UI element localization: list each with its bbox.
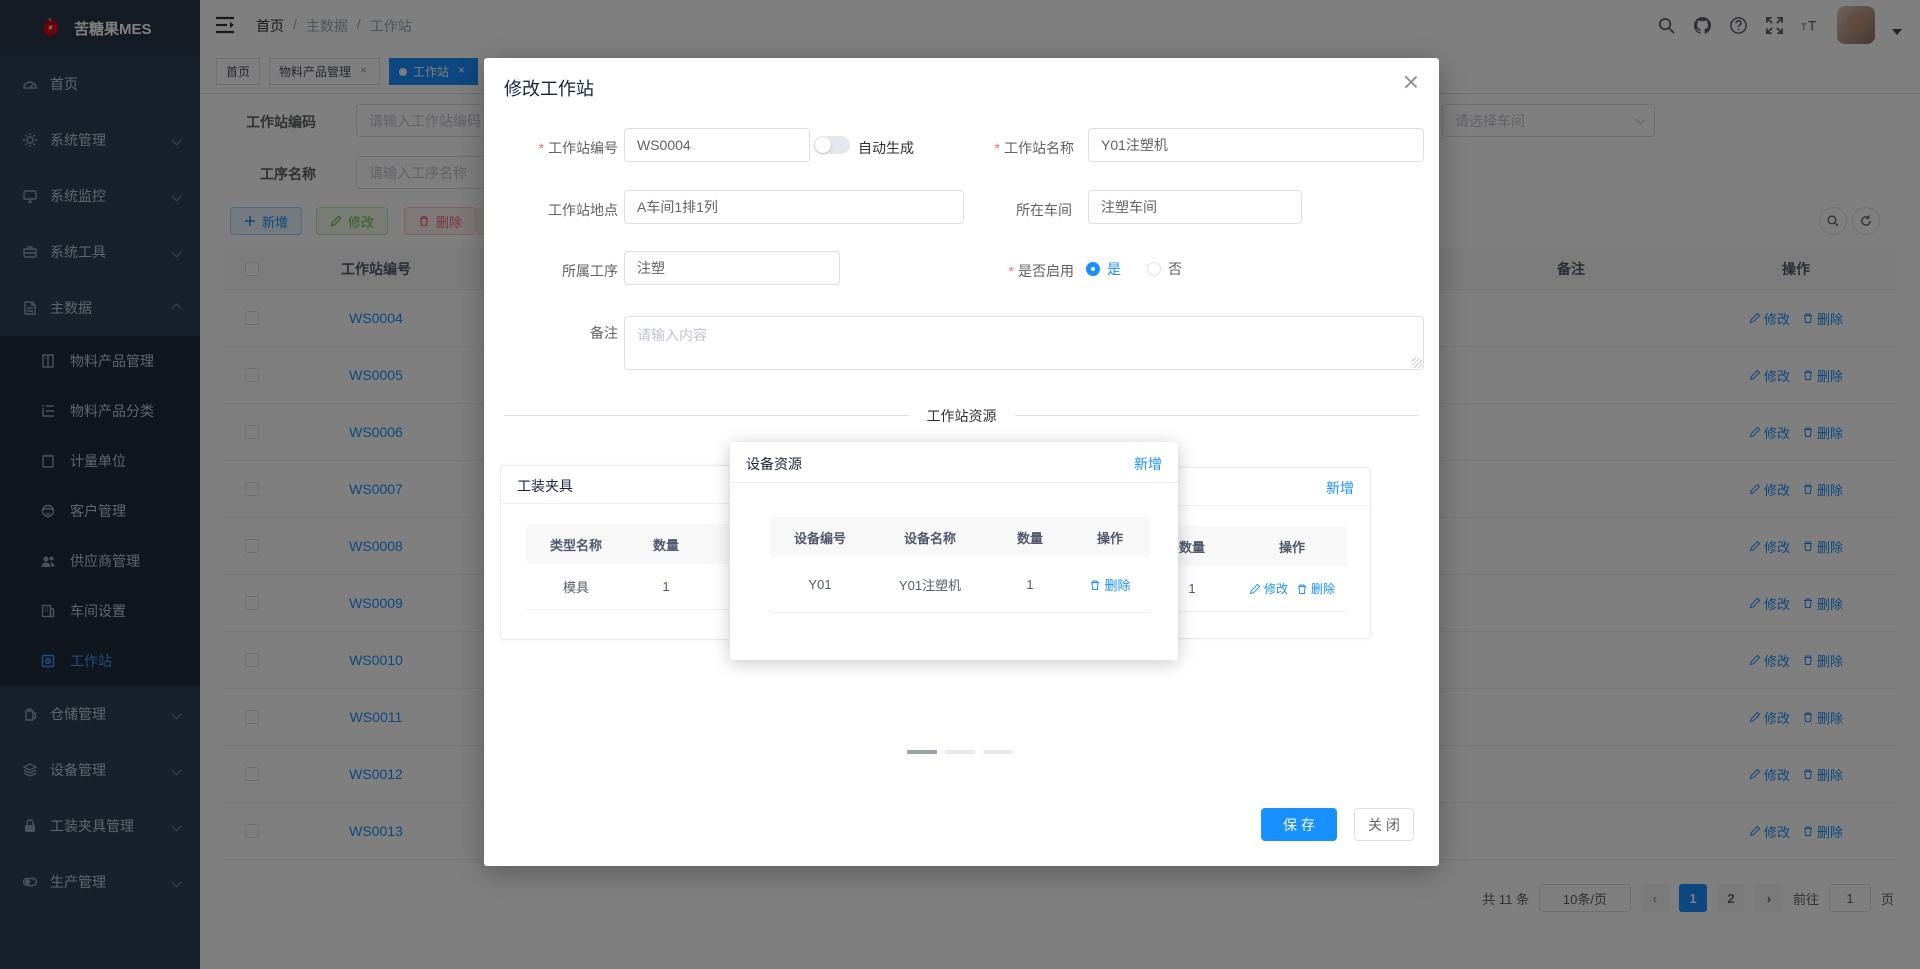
col-action: 操作	[1096, 530, 1123, 546]
textarea-resize-handle[interactable]	[1412, 358, 1422, 368]
radio-dot	[1147, 262, 1161, 276]
section-divider: 工作站资源	[504, 406, 1419, 426]
card-title: 工装夹具	[517, 478, 573, 494]
field-code-input[interactable]	[624, 128, 810, 162]
radio-label: 是	[1107, 261, 1121, 277]
enabled-yes-radio[interactable]: 是	[1086, 259, 1121, 279]
section-title: 工作站资源	[908, 406, 1015, 426]
dialog-title: 修改工作站	[504, 79, 594, 99]
radio-label: 否	[1168, 261, 1182, 277]
field-name-input[interactable]	[1088, 128, 1424, 162]
close-button[interactable]: 关 闭	[1354, 808, 1414, 841]
auto-generate-label: 自动生成	[858, 140, 914, 156]
enabled-no-radio[interactable]: 否	[1147, 259, 1182, 279]
col-action: 操作	[1278, 539, 1305, 555]
carousel-indicator-1[interactable]	[907, 750, 937, 754]
radio-dot	[1086, 262, 1100, 276]
device-name: Y01注塑机	[898, 578, 962, 593]
edit-pencil-icon	[1249, 583, 1261, 594]
col-device-name: 设备名称	[903, 530, 956, 546]
col-qty: 数量	[1016, 530, 1043, 546]
col-type-name: 类型名称	[549, 537, 602, 553]
field-workshop-select[interactable]: 注塑车间	[1088, 190, 1302, 224]
right-card-add-link[interactable]: 新增	[1326, 478, 1354, 498]
field-name-label: 工作站名称	[954, 138, 1074, 158]
device-code: Y01	[808, 577, 832, 592]
row-delete-link[interactable]: 删除	[1296, 580, 1335, 597]
row-edit-link[interactable]: 修改	[1249, 580, 1288, 597]
field-process-label: 所属工序	[562, 263, 618, 279]
fixture-qty: 1	[662, 579, 670, 594]
carousel-indicator-2[interactable]	[945, 750, 975, 754]
device-add-link[interactable]: 新增	[1134, 454, 1162, 474]
field-location-input[interactable]	[624, 190, 964, 224]
device-delete-link[interactable]: 删除	[1089, 575, 1131, 594]
col-device-code: 设备编号	[793, 530, 846, 546]
field-workshop-label: 所在车间	[1016, 202, 1072, 218]
device-row: Y01 Y01注塑机 1 删除	[770, 557, 1150, 613]
card-title: 设备资源	[746, 456, 802, 472]
select-value: 注塑	[637, 260, 665, 276]
carousel-indicator-3[interactable]	[983, 750, 1013, 754]
device-table: 设备编号 设备名称 数量 操作 Y01 Y01注塑机 1 删除	[770, 517, 1150, 613]
trash-icon	[1298, 584, 1306, 594]
edit-workstation-dialog: 修改工作站 工作站编号 自动生成 工作站名称 工作站地点 所在车间 注塑车间 所…	[484, 58, 1439, 866]
field-remark-label: 备注	[590, 325, 618, 341]
trash-icon	[1091, 580, 1100, 590]
field-code-label: 工作站编号	[498, 138, 618, 158]
field-location-label: 工作站地点	[548, 202, 618, 218]
select-value: 注塑车间	[1101, 199, 1157, 215]
field-process-select[interactable]: 注塑	[624, 251, 840, 285]
device-resource-card: 设备资源 新增 设备编号 设备名称 数量 操作 Y01 Y01注塑机 1 删除	[730, 442, 1178, 660]
fixture-type: 模具	[562, 580, 589, 595]
auto-generate-switch[interactable]	[814, 136, 850, 154]
card-header: 设备资源 新增	[730, 442, 1178, 483]
save-button[interactable]: 保 存	[1261, 808, 1337, 841]
close-icon[interactable]	[1401, 72, 1421, 92]
field-enabled-label: 是否启用	[954, 261, 1074, 281]
col-qty: 数量	[652, 537, 679, 553]
field-remark-textarea[interactable]	[624, 316, 1424, 370]
device-qty: 1	[1026, 577, 1034, 592]
